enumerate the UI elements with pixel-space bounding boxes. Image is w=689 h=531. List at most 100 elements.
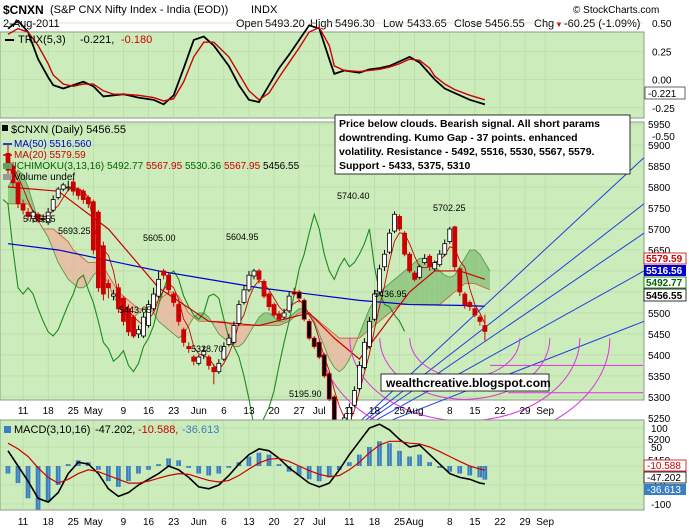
price-tick-label: 5700: [648, 225, 671, 236]
macd-histogram-bar: [309, 466, 312, 480]
x-tick-label: 20: [268, 406, 280, 417]
candle: [271, 302, 277, 318]
candle: [131, 315, 136, 339]
macd-histogram-bar: [259, 452, 262, 466]
macd-histogram-bar: [68, 464, 71, 466]
macd-histogram-bar: [5, 466, 8, 474]
header-symbol: $CNXN: [3, 3, 44, 17]
callout-line-3: volatility. Resistance - 5492, 5516, 553…: [339, 146, 595, 158]
candle-body-up: [387, 232, 392, 253]
candle-body-down: [256, 270, 262, 280]
price-legend-symbol: $CNXN (Daily) 5456.55: [11, 124, 126, 136]
trix-tick-label: 0.25: [652, 47, 672, 58]
macd-histogram-bar: [156, 464, 159, 466]
header-open: 5493.20: [265, 18, 305, 30]
candle-body-down: [301, 299, 307, 320]
macd-histogram-bar: [98, 466, 101, 470]
x-tick-label: 27: [294, 517, 306, 528]
ichimoku-legend-swatch: [3, 163, 12, 169]
candle: [457, 266, 463, 297]
x-tick-label: Jun: [191, 517, 207, 528]
macd-histogram-bar: [198, 466, 202, 474]
candle-body-up: [246, 274, 252, 291]
header-low-label: Low: [383, 18, 403, 30]
macd-histogram-bar: [216, 466, 219, 474]
macd-histogram-bar: [329, 466, 332, 478]
x-tick-label: 22: [494, 406, 506, 417]
macd-histogram-bar: [407, 456, 410, 466]
macd-histogram-bar: [279, 464, 282, 466]
candle: [397, 214, 402, 232]
candle-body-down: [161, 270, 167, 276]
candle-body-up: [356, 365, 362, 389]
macd-histogram-bar: [349, 462, 352, 466]
macd-legend-name: MACD(3,10,16): [14, 424, 90, 436]
candle-body-down: [397, 215, 402, 230]
macd-histogram-bar: [25, 466, 28, 499]
anno-5693: 5693.25: [58, 226, 91, 236]
tag-close: 5456.55: [646, 291, 683, 302]
candle-body-down: [472, 308, 478, 316]
x-tick-label: 23: [168, 406, 180, 417]
candle: [392, 211, 397, 234]
macd-histogram-bar: [208, 466, 212, 476]
kumo-cloud-bullish: [439, 270, 445, 305]
candle: [55, 187, 61, 200]
ichimoku-val-3: 5530.36: [185, 161, 222, 172]
macd-value-tags: -10.588 -47.202 -36.613: [643, 459, 687, 496]
macd-histogram-bar: [146, 466, 149, 470]
candle-body-down: [462, 293, 468, 305]
candle-body-up: [362, 341, 367, 368]
macd-histogram-bar: [35, 466, 38, 510]
macd-histogram-bar: [437, 466, 440, 468]
price-value-tags: 5579.59 5516.56 5492.77 5456.55: [643, 252, 687, 302]
x-tick-label: 8: [447, 406, 453, 417]
macd-histogram-bar: [485, 466, 488, 480]
macd-histogram-bar: [469, 466, 473, 476]
x-tick-label: 11: [344, 406, 355, 417]
price-tick-label: 5950: [648, 120, 671, 131]
candle-body-down: [266, 293, 272, 308]
kumo-cloud-bearish: [163, 291, 169, 330]
price-tick-label: 5850: [648, 162, 671, 173]
macd-histogram-bar: [419, 454, 422, 466]
candle-body-down: [106, 283, 111, 289]
macd-legend-v1: -47.202,: [95, 424, 135, 436]
candle-body-down: [482, 325, 488, 332]
macd-histogram-bar: [319, 466, 322, 482]
candle-body-down: [326, 373, 332, 400]
macd-histogram-bar: [95, 466, 99, 470]
x-tick-label: 15: [469, 406, 481, 417]
candle-body-up: [60, 184, 66, 190]
trix-tick-label: -0.25: [652, 104, 675, 115]
trix-tick-label: 0.50: [652, 19, 672, 30]
x-tick-label: Aug: [406, 517, 424, 528]
callout-line-1: Price below clouds. Bearish signal. All …: [339, 118, 600, 130]
x-tick-label: 9: [121, 517, 127, 528]
price-tick-label: 5750: [648, 204, 671, 215]
header-date: 2-Aug-2011: [3, 18, 60, 30]
macd-histogram-bar: [45, 466, 48, 503]
macd-histogram-bar: [467, 466, 470, 476]
candle-body-down: [166, 274, 172, 291]
macd-histogram-bar: [166, 458, 169, 466]
macd-histogram-bar: [126, 466, 129, 482]
candle-body-up: [382, 253, 387, 268]
x-tick-label: 6: [221, 406, 227, 417]
kumo-cloud-bullish: [474, 249, 480, 286]
stockcharts-figure: $CNXN (S&P CNX Nifty Index - India (EOD)…: [0, 3, 687, 528]
macd-histogram-bar: [38, 466, 41, 510]
anno-5605: 5605.00: [143, 233, 176, 243]
candle-body-up: [417, 266, 423, 278]
price-tick-label: 5500: [648, 309, 671, 320]
macd-histogram-bar: [429, 462, 432, 466]
candle: [316, 340, 322, 360]
callout-line-4: Support - 5433, 5375, 5310: [339, 160, 470, 172]
macd-tick-label: 50: [651, 443, 663, 454]
candle: [402, 231, 407, 257]
candle-body-up: [281, 312, 287, 318]
ichimoku-legend: ICHIMOKU(3,13,16): [14, 161, 104, 172]
x-tick-label: 23: [168, 517, 180, 528]
macd-tick-label: -100: [651, 500, 671, 511]
x-tick-label: Sep: [536, 517, 554, 528]
